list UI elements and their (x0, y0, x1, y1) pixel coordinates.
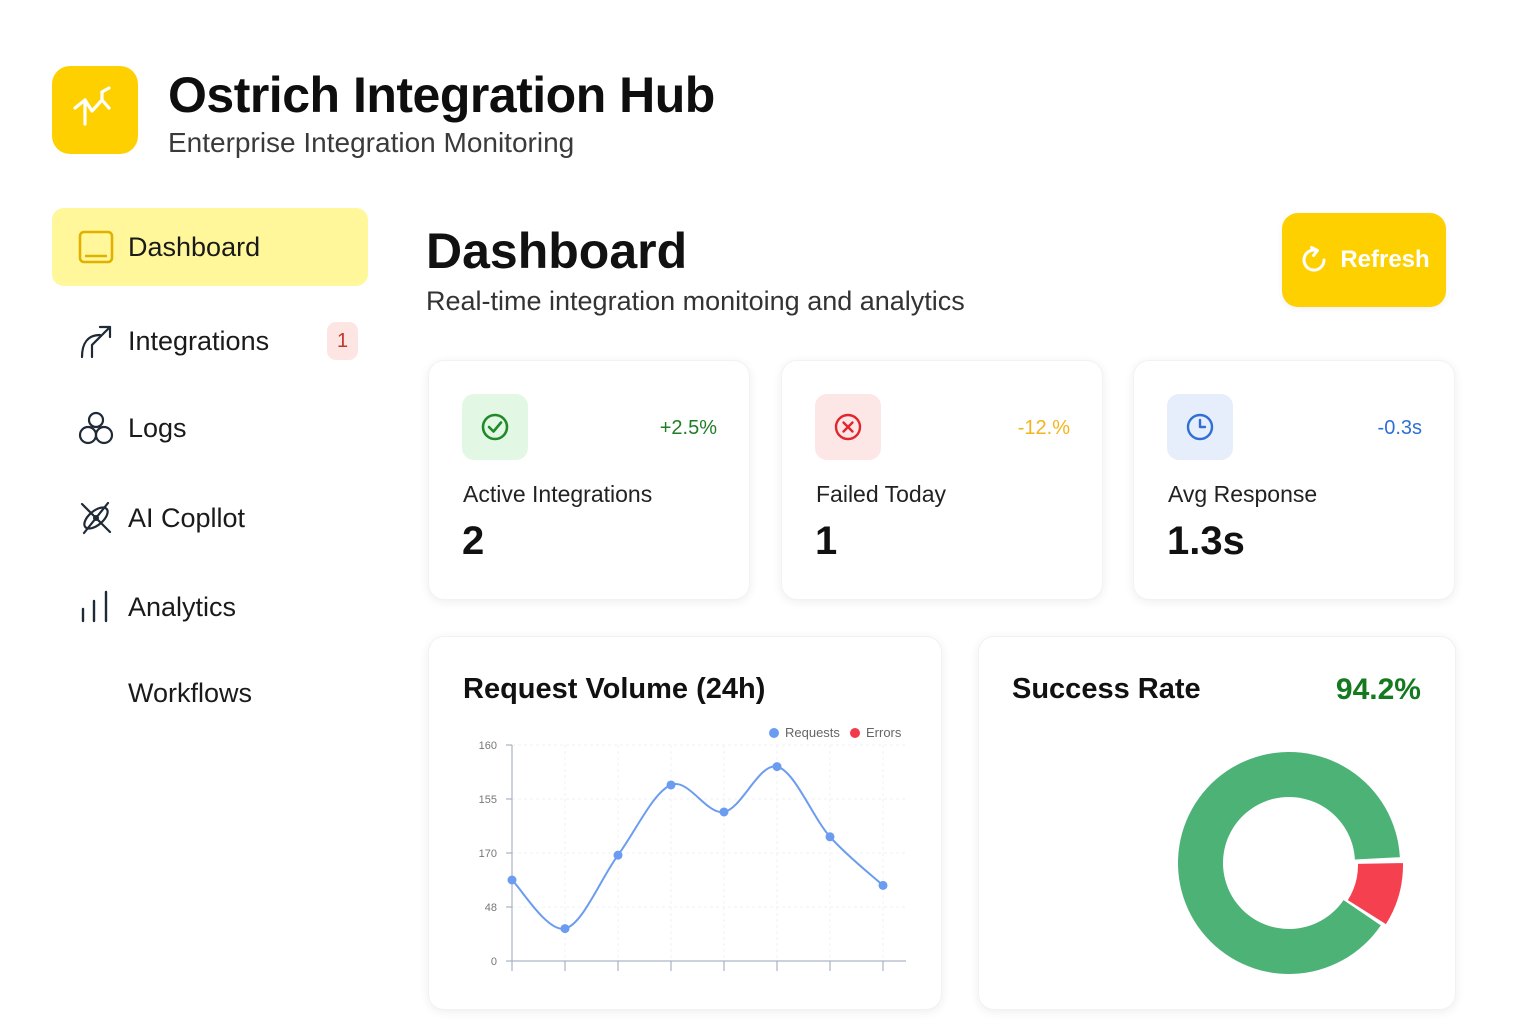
y-tick-label: 48 (485, 902, 497, 914)
legend-label-requests: Requests (785, 725, 840, 740)
sidebar-item-label: Dashboard (128, 231, 261, 262)
y-tick-label: 170 (479, 848, 497, 860)
sidebar-item-ai-copilot[interactable]: AI Copllot (52, 479, 368, 557)
sidebar-item-analytics[interactable]: Analytics (52, 568, 368, 646)
sidebar-item-label: AI Copllot (128, 502, 246, 533)
x-circle-icon (815, 394, 881, 460)
legend-marker-errors (850, 728, 860, 738)
success-rate-donut-chart (1178, 752, 1403, 974)
stat-value: 1.3s (1167, 519, 1245, 563)
page-subtitle: Real-time integration monitoing and anal… (426, 286, 965, 316)
analytics-bars-icon (78, 589, 114, 625)
logs-icon (78, 410, 114, 446)
stat-card-failed-today: -12.% Failed Today 1 (781, 360, 1103, 600)
chart-axes (506, 744, 906, 971)
data-point-requests[interactable] (719, 807, 729, 817)
sidebar-item-label: Workflows (128, 677, 253, 708)
request-volume-card: Request Volume (24h) 160 155 170 48 0 Reques… (428, 636, 942, 1010)
sidebar-item-workflows[interactable]: Workflows (52, 654, 368, 732)
data-point-requests[interactable] (825, 832, 835, 842)
data-point-requests[interactable] (560, 924, 570, 934)
data-point-requests[interactable] (666, 780, 676, 790)
data-point-requests[interactable] (772, 762, 782, 772)
y-tick-label: 160 (479, 740, 497, 752)
legend-marker-requests (769, 728, 779, 738)
chart-legend: Requests Errors (769, 725, 902, 740)
check-circle-icon (462, 394, 528, 460)
data-point-requests[interactable] (507, 875, 517, 885)
refresh-button[interactable]: Refresh (1282, 213, 1446, 307)
app-logo (52, 66, 138, 154)
stat-value: 2 (462, 519, 485, 563)
sidebar-item-integrations[interactable]: Integrations 1 (52, 302, 368, 380)
app-title: Ostrich Integration Hub (168, 67, 715, 123)
integrations-arrow-icon (78, 323, 114, 359)
stat-card-avg-response: -0.3s Avg Response 1.3s (1133, 360, 1455, 600)
sidebar-item-label: Logs (128, 412, 187, 443)
y-tick-label: 0 (491, 956, 497, 968)
stat-value: 1 (815, 519, 838, 563)
sidebar-item-label: Integrations (128, 325, 270, 356)
request-volume-chart: 160 155 170 48 0 Requests Errors (479, 725, 906, 971)
legend-label-errors: Errors (866, 725, 902, 740)
sidebar-item-label: Analytics (128, 591, 237, 622)
clock-icon (1167, 394, 1233, 460)
refresh-icon (1302, 246, 1326, 272)
stat-label: Active Integrations (463, 481, 653, 507)
dashboard-icon (78, 229, 114, 265)
app-subtitle: Enterprise Integration Monitoring (168, 127, 575, 158)
data-point-requests[interactable] (613, 850, 623, 860)
stat-change: -12.% (1017, 417, 1070, 439)
stat-label: Avg Response (1168, 481, 1318, 507)
integrations-count-badge: 1 (327, 322, 358, 360)
series-line-requests (511, 765, 884, 930)
success-rate-card: Success Rate 94.2% (978, 636, 1456, 1010)
page-title: Dashboard (426, 223, 688, 279)
stat-card-active-integrations: +2.5% Active Integrations 2 (428, 360, 750, 600)
sidebar-item-dashboard[interactable]: Dashboard (52, 208, 368, 286)
chart-y-ticks: 160 155 170 48 0 (479, 740, 497, 968)
stat-label: Failed Today (816, 481, 946, 507)
data-point-requests[interactable] (878, 880, 888, 890)
integration-arrow-icon (73, 86, 111, 126)
stat-change: -0.3s (1377, 417, 1422, 439)
donut-slice-success[interactable] (1178, 752, 1400, 974)
ai-copilot-icon (78, 500, 114, 536)
y-tick-label: 155 (479, 794, 497, 806)
sidebar-item-logs[interactable]: Logs (52, 389, 368, 467)
refresh-button-label: Refresh (1340, 246, 1430, 273)
stat-change: +2.5% (659, 417, 717, 439)
